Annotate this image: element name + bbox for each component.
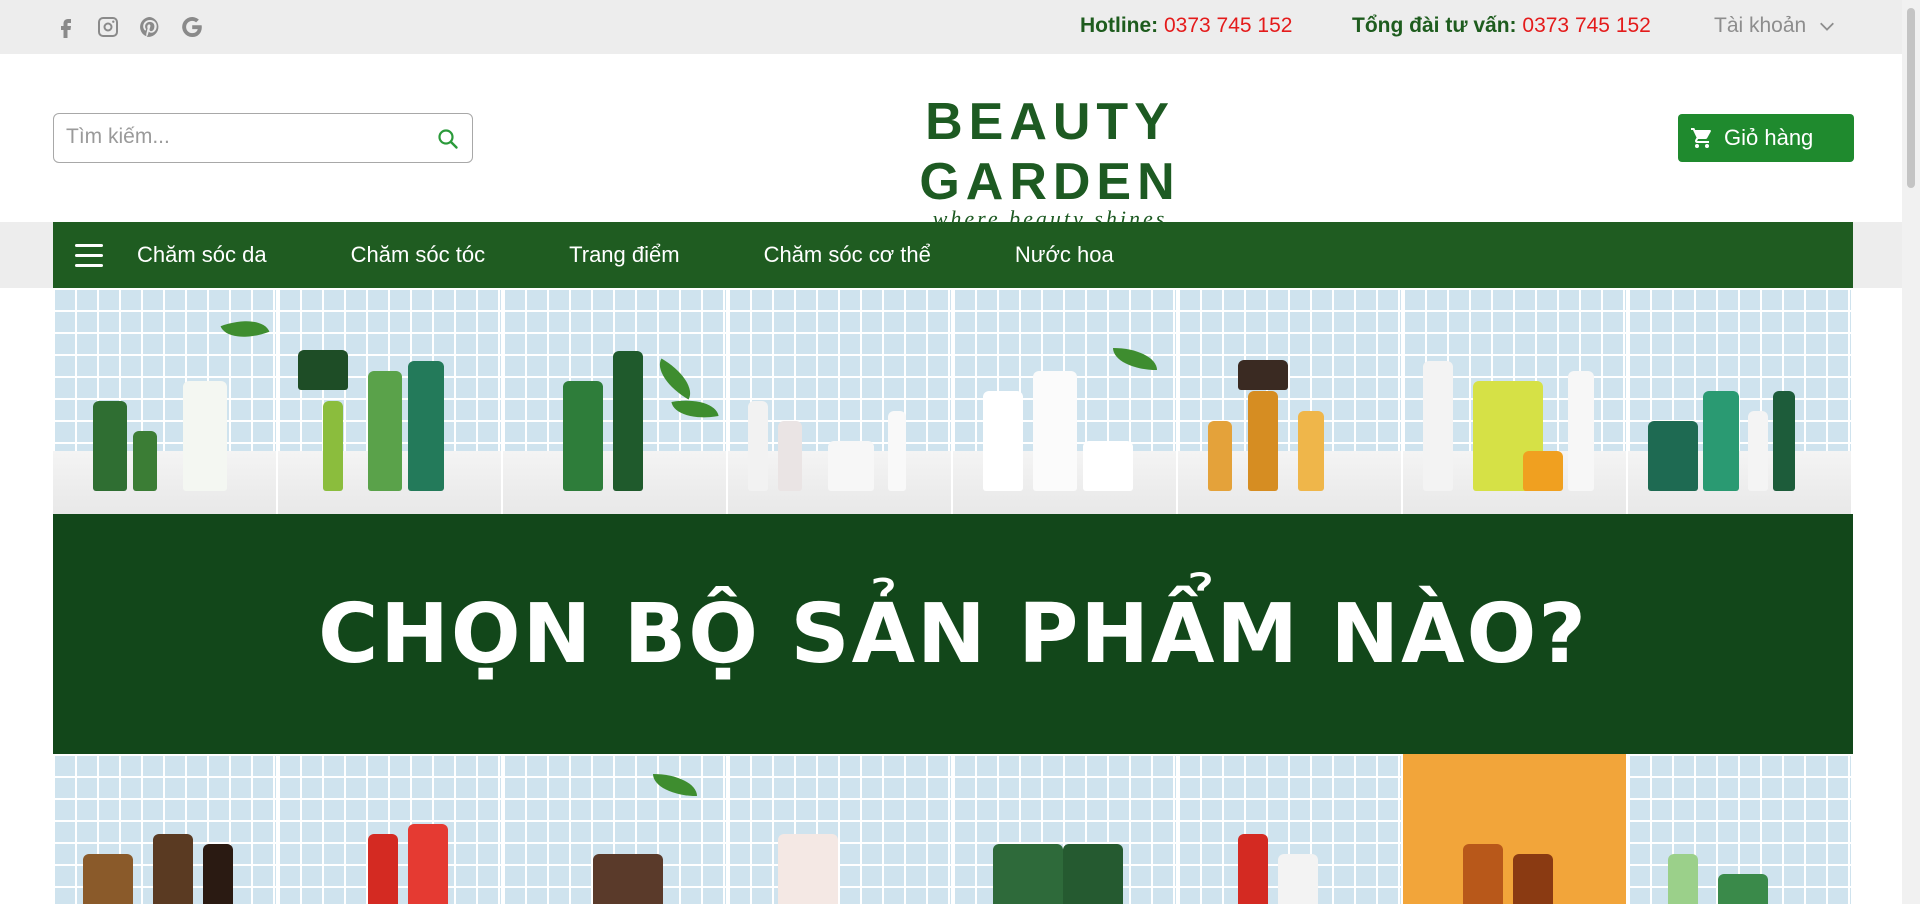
pinterest-icon[interactable] — [137, 14, 163, 40]
product-photo — [1628, 754, 1853, 904]
product-photo — [1178, 754, 1403, 904]
product-photo — [728, 754, 953, 904]
hotline-number[interactable]: 0373 745 152 — [1164, 14, 1292, 37]
product-photo — [1178, 288, 1403, 514]
cart-label: Giỏ hàng — [1724, 125, 1814, 150]
product-photo — [1628, 288, 1853, 514]
instagram-icon[interactable] — [95, 14, 121, 40]
menu-icon[interactable] — [75, 238, 109, 272]
product-photo-strip-top — [53, 288, 1853, 514]
consult-hotline: Tổng đài tư vấn: 0373 745 152 — [1352, 14, 1651, 38]
main-nav: Chăm sóc da Chăm sóc tóc Trang điểm Chăm… — [53, 222, 1853, 288]
consult-label: Tổng đài tư vấn: — [1352, 14, 1517, 37]
chevron-down-icon — [1820, 22, 1835, 31]
nav-item-skincare[interactable]: Chăm sóc da — [137, 242, 267, 268]
nav-item-perfume[interactable]: Nước hoa — [1015, 242, 1114, 268]
product-photo — [53, 754, 278, 904]
social-links — [53, 14, 205, 40]
product-photo — [503, 754, 728, 904]
product-photo — [503, 288, 728, 514]
consult-number[interactable]: 0373 745 152 — [1522, 14, 1650, 37]
nav-item-bodycare[interactable]: Chăm sóc cơ thể — [764, 242, 931, 268]
logo-name: BEAUTY GARDEN — [919, 93, 1181, 211]
cart-button[interactable]: Giỏ hàng — [1678, 114, 1854, 162]
facebook-icon[interactable] — [53, 14, 79, 40]
site-logo[interactable]: BEAUTY GARDEN where beauty shines — [800, 92, 1300, 232]
hotline-label: Hotline: — [1080, 14, 1159, 37]
account-menu[interactable]: Tài khoản — [1714, 14, 1836, 38]
account-label: Tài khoản — [1714, 14, 1807, 37]
scrollbar-thumb[interactable] — [1907, 8, 1915, 188]
top-bar: Hotline: 0373 745 152 Tổng đài tư vấn: 0… — [0, 0, 1920, 54]
product-photo — [53, 288, 278, 514]
banner-headline: CHỌN BỘ SẢN PHẨM NÀO? — [318, 586, 1588, 682]
product-photo — [1403, 754, 1628, 904]
product-photo — [953, 754, 1178, 904]
product-photo — [278, 288, 503, 514]
google-icon[interactable] — [179, 14, 205, 40]
product-photo-strip-bottom — [53, 754, 1853, 904]
search-input[interactable] — [66, 125, 406, 149]
hotline: Hotline: 0373 745 152 — [1080, 14, 1292, 38]
hero-banner[interactable]: CHỌN BỘ SẢN PHẨM NÀO? — [53, 288, 1853, 904]
search-box — [53, 113, 473, 163]
nav-item-makeup[interactable]: Trang điểm — [569, 242, 679, 268]
nav-item-haircare[interactable]: Chăm sóc tóc — [351, 242, 486, 268]
product-photo — [728, 288, 953, 514]
cart-icon — [1691, 128, 1711, 148]
product-photo — [953, 288, 1178, 514]
page-scrollbar[interactable] — [1902, 0, 1920, 904]
banner-headline-band: CHỌN BỘ SẢN PHẨM NÀO? — [53, 514, 1853, 754]
product-photo — [1403, 288, 1628, 514]
product-photo — [278, 754, 503, 904]
search-icon[interactable] — [436, 127, 460, 151]
